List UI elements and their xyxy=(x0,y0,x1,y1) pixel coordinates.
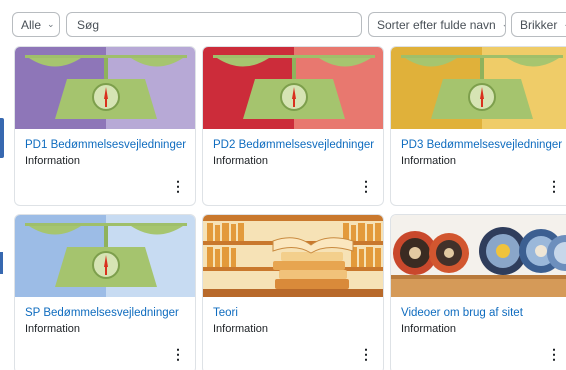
scale-icon xyxy=(203,47,383,129)
course-title[interactable]: Teori xyxy=(213,307,238,319)
course-card[interactable]: PD2 Bedømmelsesvejledninger Information … xyxy=(202,46,384,206)
filter-dropdown[interactable]: Alle ⌄ xyxy=(12,12,60,37)
course-menu-button[interactable]: ⋮ xyxy=(547,179,561,193)
course-menu-button[interactable]: ⋮ xyxy=(359,179,373,193)
view-mode-dropdown[interactable]: Brikker ⌄ xyxy=(511,12,566,37)
course-card[interactable]: PD3 Bedømmelsesvejledninger Information … xyxy=(390,46,566,206)
course-menu-button[interactable]: ⋮ xyxy=(171,179,185,193)
course-card[interactable]: PD1 Bedømmelsesvejledninger Information … xyxy=(14,46,196,206)
course-category: Information xyxy=(25,323,81,335)
course-title[interactable]: SP Bedømmelsesvejledninger xyxy=(25,307,179,319)
course-image[interactable] xyxy=(391,215,566,297)
course-image[interactable] xyxy=(15,47,195,129)
course-toolbar: Alle ⌄ Søg Sorter efter fulde navn ⌄ Bri… xyxy=(0,0,566,42)
page-edge-decoration xyxy=(0,252,3,274)
course-title[interactable]: PD3 Bedømmelsesvejledninger xyxy=(401,139,562,151)
course-category: Information xyxy=(401,155,457,167)
chevron-down-icon: ⌄ xyxy=(47,19,55,29)
view-label: Brikker xyxy=(520,17,558,32)
course-card[interactable]: Videoer om brug af sitet Information ⋮ xyxy=(390,214,566,370)
course-image[interactable] xyxy=(203,47,383,129)
filter-label: Alle xyxy=(21,17,42,32)
course-category: Information xyxy=(213,323,269,335)
course-image[interactable] xyxy=(203,215,383,297)
scale-icon xyxy=(391,47,566,129)
page-edge-decoration xyxy=(0,118,4,158)
course-image[interactable] xyxy=(15,215,195,297)
course-menu-button[interactable]: ⋮ xyxy=(547,347,561,361)
course-menu-button[interactable]: ⋮ xyxy=(171,347,185,361)
course-category: Information xyxy=(25,155,81,167)
course-title[interactable]: Videoer om brug af sitet xyxy=(401,307,523,319)
sort-label: Sorter efter fulde navn xyxy=(377,17,496,32)
sort-dropdown[interactable]: Sorter efter fulde navn ⌄ xyxy=(368,12,506,37)
scale-icon xyxy=(15,47,195,129)
course-category: Information xyxy=(213,155,269,167)
course-title[interactable]: PD2 Bedømmelsesvejledninger xyxy=(213,139,374,151)
books-icon xyxy=(203,215,383,297)
chevron-down-icon: ⌄ xyxy=(502,19,505,30)
course-image[interactable] xyxy=(391,47,566,129)
course-card[interactable]: SP Bedømmelsesvejledninger Information ⋮ xyxy=(14,214,196,370)
course-card[interactable]: Teori Information ⋮ xyxy=(202,214,384,370)
course-category: Information xyxy=(401,323,457,335)
course-menu-button[interactable]: ⋮ xyxy=(359,347,373,361)
scale-icon xyxy=(15,215,195,297)
course-title[interactable]: PD1 Bedømmelsesvejledninger xyxy=(25,139,186,151)
search-placeholder: Søg xyxy=(77,17,100,32)
film-reels-icon xyxy=(391,215,566,297)
search-input[interactable]: Søg xyxy=(66,12,362,37)
